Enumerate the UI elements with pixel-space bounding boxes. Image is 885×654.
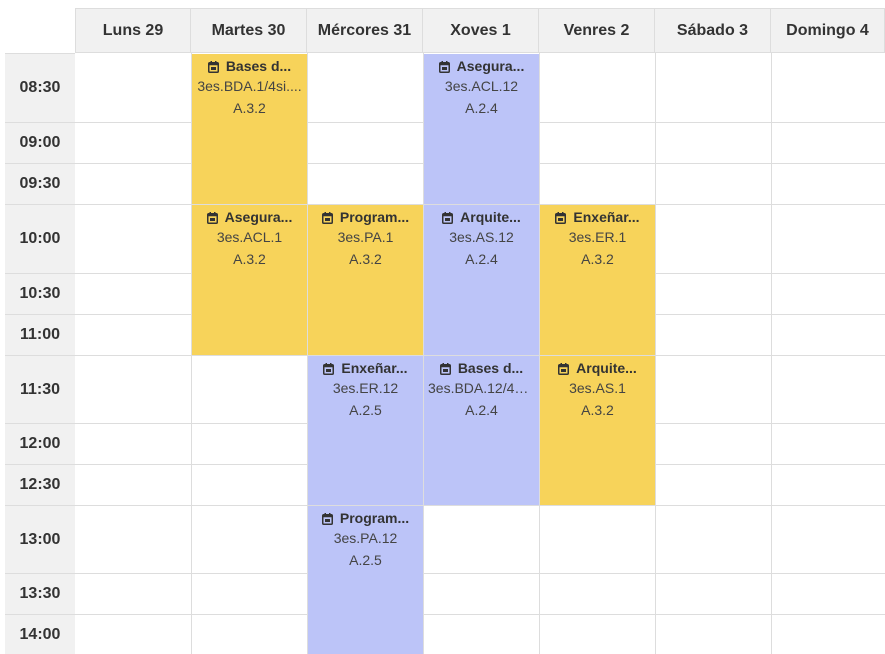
event-title-row: Program... — [308, 208, 423, 226]
calendar-icon — [558, 362, 570, 375]
event-title-row: Bases d... — [424, 359, 539, 377]
event-title: Program... — [339, 209, 410, 225]
day-header-5[interactable]: Sábado 3 — [655, 8, 771, 53]
calendar-icon — [321, 512, 333, 525]
event-title: Enxeñar... — [341, 360, 408, 376]
time-slot-label: 10:00 — [5, 204, 75, 273]
event-title: Asegura... — [224, 209, 293, 225]
calendar-event[interactable]: Enxeñar... 3es.ER.1 A.3.2 — [540, 205, 655, 355]
event-room: A.2.5 — [349, 552, 382, 568]
calendar-icon — [206, 211, 218, 224]
event-room: A.2.5 — [349, 402, 382, 418]
calendar-icon — [438, 60, 450, 73]
event-room: A.3.2 — [233, 100, 266, 116]
time-slot-label: 11:30 — [5, 355, 75, 423]
day-header-2[interactable]: Mércores 31 — [307, 8, 423, 53]
event-group: 3es.ER.1 — [568, 229, 627, 245]
calendar-icon — [555, 211, 567, 224]
event-room: A.2.4 — [465, 251, 498, 267]
event-title: Bases d... — [457, 360, 524, 376]
grid-col-line — [771, 53, 772, 654]
calendar-event[interactable]: Program... 3es.PA.1 A.3.2 — [308, 205, 423, 355]
calendar-event[interactable]: Asegura... 3es.ACL.1 A.3.2 — [192, 205, 307, 355]
event-title-row: Arquite... — [540, 359, 655, 377]
calendar-icon — [439, 362, 451, 375]
calendar-event[interactable]: Asegura... 3es.ACL.12 A.2.4 — [424, 54, 539, 204]
event-room: A.2.4 — [465, 402, 498, 418]
day-header-6[interactable]: Domingo 4 — [771, 8, 885, 53]
time-slot-label: 08:30 — [5, 53, 75, 122]
time-slot-label: 13:30 — [5, 573, 75, 614]
calendar-icon — [323, 362, 335, 375]
time-slot-label: 10:30 — [5, 273, 75, 314]
event-group: 3es.PA.12 — [333, 530, 398, 546]
time-slot-label: 13:00 — [5, 505, 75, 573]
event-group: 3es.AS.1 — [569, 380, 626, 396]
event-group: 3es.ACL.1 — [216, 229, 283, 245]
grid-row-line — [75, 505, 885, 506]
event-title: Enxeñar... — [573, 209, 640, 225]
week-calendar: Luns 29 Martes 30 Mércores 31 Xoves 1 Venres… — [0, 0, 885, 654]
grid-row-line — [75, 614, 885, 615]
calendar-event[interactable]: Arquite... 3es.AS.12 A.2.4 — [424, 205, 539, 355]
time-slot-label: 14:00 — [5, 614, 75, 654]
calendar-icon — [442, 211, 454, 224]
event-title-row: Asegura... — [424, 57, 539, 75]
event-title-row: Arquite... — [424, 208, 539, 226]
event-title: Asegura... — [456, 58, 525, 74]
event-group: 3es.BDA.1/4si.... — [197, 78, 302, 94]
event-group: 3es.ACL.12 — [444, 78, 519, 94]
event-title: Arquite... — [576, 360, 637, 376]
grid-col-line — [655, 53, 656, 654]
grid-row-line — [75, 573, 885, 574]
calendar-icon — [321, 211, 333, 224]
time-slot-label: 09:00 — [5, 122, 75, 163]
event-group: 3es.BDA.12/4si... — [428, 380, 537, 396]
day-header-4[interactable]: Venres 2 — [539, 8, 655, 53]
calendar-icon — [207, 60, 219, 73]
day-header-1[interactable]: Martes 30 — [191, 8, 307, 53]
event-room: A.3.2 — [581, 402, 614, 418]
event-title-row: Enxeñar... — [308, 359, 423, 377]
calendar-event[interactable]: Program... 3es.PA.12 A.2.5 — [308, 506, 423, 654]
day-header-0[interactable]: Luns 29 — [75, 8, 191, 53]
time-slot-label: 12:30 — [5, 464, 75, 505]
event-title-row: Asegura... — [192, 208, 307, 226]
day-header-3[interactable]: Xoves 1 — [423, 8, 539, 53]
event-room: A.3.2 — [233, 251, 266, 267]
time-slot-label: 11:00 — [5, 314, 75, 355]
event-room: A.3.2 — [581, 251, 614, 267]
calendar-corner — [5, 8, 75, 53]
calendar-event[interactable]: Arquite... 3es.AS.1 A.3.2 — [540, 356, 655, 505]
calendar-event[interactable]: Enxeñar... 3es.ER.12 A.2.5 — [308, 356, 423, 505]
calendar-event[interactable]: Bases d... 3es.BDA.1/4si.... A.3.2 — [192, 54, 307, 204]
time-slot-label: 09:30 — [5, 163, 75, 204]
event-title-row: Enxeñar... — [540, 208, 655, 226]
event-group: 3es.PA.1 — [337, 229, 394, 245]
event-room: A.2.4 — [465, 100, 498, 116]
event-group: 3es.ER.12 — [332, 380, 399, 396]
event-title-row: Bases d... — [192, 57, 307, 75]
event-title: Arquite... — [460, 209, 521, 225]
event-room: A.3.2 — [349, 251, 382, 267]
event-group: 3es.AS.12 — [449, 229, 514, 245]
event-title: Program... — [339, 510, 410, 526]
event-title-row: Program... — [308, 509, 423, 527]
calendar-event[interactable]: Bases d... 3es.BDA.12/4si... A.2.4 — [424, 356, 539, 505]
time-slot-label: 12:00 — [5, 423, 75, 464]
event-title: Bases d... — [225, 58, 292, 74]
